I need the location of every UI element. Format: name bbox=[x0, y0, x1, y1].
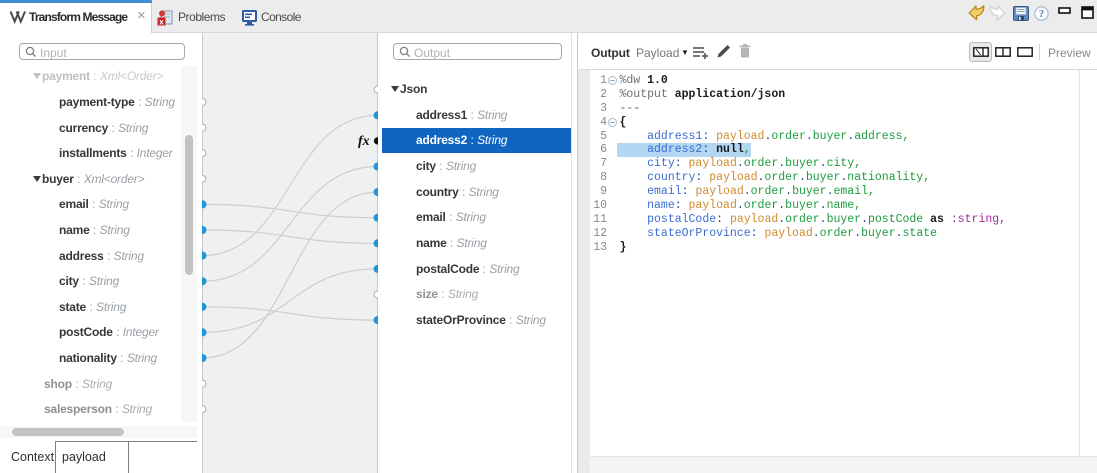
svg-text:x: x bbox=[159, 17, 164, 26]
svg-text:?: ? bbox=[1039, 9, 1044, 20]
